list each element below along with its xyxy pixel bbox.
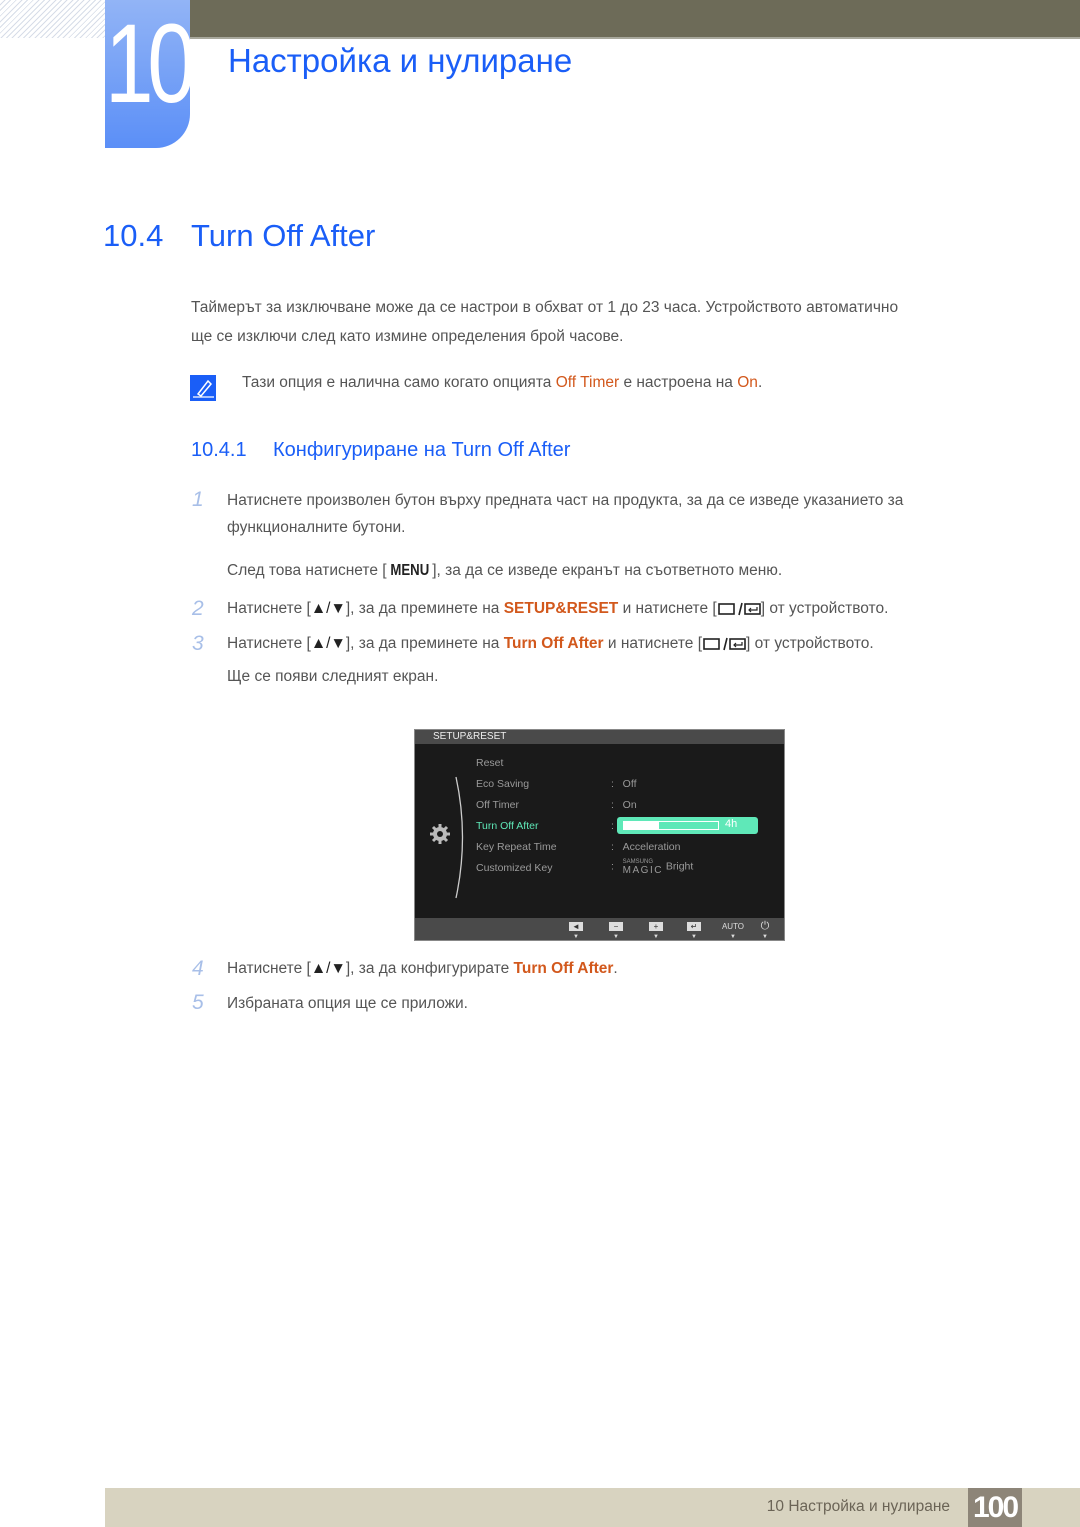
section-number: 10.4 <box>103 218 164 253</box>
arrow-indicator-icon: ▼ <box>762 934 768 940</box>
note-text: Тази опция е налична само когато опцията… <box>242 374 763 391</box>
osd-item-customized-key[interactable]: Customized Key <box>476 862 552 874</box>
intro-line-1: Таймерът за изключване може да се настро… <box>191 299 899 316</box>
step-number: 3 <box>192 632 204 655</box>
up-down-arrows-icon: ▲/▼ <box>310 600 346 617</box>
osd-item-key-repeat-time[interactable]: Key Repeat Time <box>476 841 557 853</box>
subsection-title: Конфигуриране на Turn Off After <box>273 439 571 461</box>
header-bar <box>190 0 1080 39</box>
note-pencil-icon <box>190 375 216 401</box>
gear-icon <box>430 824 450 844</box>
source-enter-icon <box>703 637 746 651</box>
enter-button-icon[interactable]: ↵ <box>687 922 701 931</box>
header-hatch-decoration <box>0 0 105 38</box>
arrow-indicator-icon: ▼ <box>613 934 619 940</box>
menu-arc-decoration <box>455 776 464 899</box>
osd-value-customized-key: : SAMSUNG MAGIC Bright <box>611 859 694 876</box>
step-1-line-2: функционалните бутони. <box>227 519 406 536</box>
term-turn-off-after: Turn Off After <box>513 960 614 977</box>
slider-value: 4h <box>725 818 738 830</box>
slider-fill <box>624 822 659 829</box>
step-number: 2 <box>192 597 204 620</box>
step-3-line-2: Ще се появи следният екран. <box>227 668 439 685</box>
osd-value-key-repeat-time: : Acceleration <box>611 841 681 853</box>
osd-item-reset[interactable]: Reset <box>476 757 503 769</box>
page-footer: 10 Настройка и нулиране <box>105 1488 1080 1527</box>
term-setup-reset: SETUP&RESET <box>503 600 619 617</box>
term-turn-off-after: Turn Off After <box>503 635 604 652</box>
section-heading: 10.4 Turn Off After <box>103 218 375 254</box>
osd-value-eco-saving: : Off <box>611 778 637 790</box>
auto-button[interactable]: AUTO <box>719 922 747 931</box>
chapter-title: Настройка и нулиране <box>228 42 573 79</box>
step-number: 5 <box>192 991 204 1014</box>
step-2-text: Натиснете [▲/▼], за да преминете на SETU… <box>227 600 889 617</box>
up-down-arrows-icon: ▲/▼ <box>310 960 346 977</box>
chapter-number: 10 <box>105 1 190 126</box>
chapter-number-box: 10 <box>105 0 190 148</box>
turn-off-after-slider[interactable]: 4h <box>617 817 758 834</box>
step-number: 4 <box>192 957 204 980</box>
osd-value-off-timer: : On <box>611 799 637 811</box>
subsection-heading: 10.4.1 Конфигуриране на Turn Off After <box>191 439 570 462</box>
osd-header: SETUP&RESET <box>415 730 784 744</box>
osd-button-bar: ◄ − + ↵ AUTO ⏻ ▼ ▼ ▼ ▼ ▼ ▼ <box>415 918 784 940</box>
plus-button-icon[interactable]: + <box>649 922 663 931</box>
step-3-text: Натиснете [▲/▼], за да преминете на Turn… <box>227 635 874 652</box>
note-term-off-timer: Off Timer <box>555 374 620 391</box>
power-button-icon[interactable]: ⏻ <box>758 921 772 932</box>
step-1-line-3: След това натиснете [MENU], за да се изв… <box>227 562 783 579</box>
minus-button-icon[interactable]: − <box>609 922 623 931</box>
section-title: Turn Off After <box>191 218 376 253</box>
footer-chapter-title: 10 Настройка и нулиране <box>766 1498 950 1515</box>
osd-menu-screenshot: SETUP&RESET Reset Eco Saving : Off Off T… <box>414 729 785 941</box>
step-1-line-1: Натиснете произволен бутон върху преднат… <box>227 492 904 509</box>
intro-line-2: ще се изключи след като измине определен… <box>191 328 624 345</box>
step-5-text: Избраната опция ще се приложи. <box>227 995 468 1012</box>
page-number: 100 <box>968 1488 1022 1527</box>
arrow-indicator-icon: ▼ <box>653 934 659 940</box>
arrow-indicator-icon: ▼ <box>730 934 736 940</box>
slider-track <box>623 821 719 830</box>
arrow-indicator-icon: ▼ <box>573 934 579 940</box>
osd-item-turn-off-after[interactable]: Turn Off After <box>476 820 538 832</box>
menu-key: MENU <box>390 562 429 579</box>
step-number: 1 <box>192 488 204 511</box>
up-down-arrows-icon: ▲/▼ <box>310 635 346 652</box>
step-4-text: Натиснете [▲/▼], за да конфигурирате Tur… <box>227 960 618 977</box>
subsection-number: 10.4.1 <box>191 439 247 461</box>
note-term-on: On <box>737 374 758 391</box>
source-enter-icon <box>717 602 761 616</box>
osd-item-off-timer[interactable]: Off Timer <box>476 799 519 811</box>
left-button-icon[interactable]: ◄ <box>569 922 583 931</box>
osd-colon: : <box>611 820 614 832</box>
arrow-indicator-icon: ▼ <box>691 934 697 940</box>
osd-item-eco-saving[interactable]: Eco Saving <box>476 778 529 790</box>
